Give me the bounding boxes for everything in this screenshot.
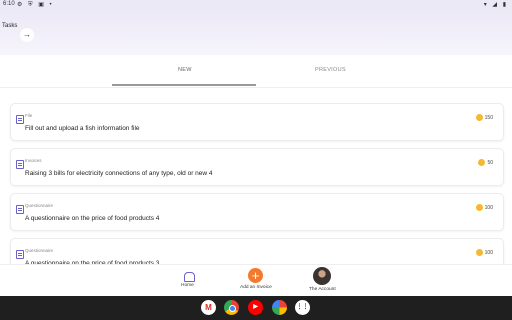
gmail-icon[interactable]: M [201, 300, 216, 315]
points-value: 50 [487, 159, 493, 166]
arrow-right-icon[interactable]: → [20, 28, 34, 42]
active-tab-indicator [112, 84, 256, 86]
page-title: Tasks [2, 23, 18, 29]
status-bar: 6:10 ⚙ ⛨ ▣ • ▾ ◢ ▮ [0, 0, 512, 10]
home-icon[interactable] [184, 272, 195, 282]
task-title: A questionnaire on the price of food pro… [25, 215, 160, 222]
task-card[interactable]: File Fill out and upload a fish informat… [10, 103, 504, 141]
coin-icon [475, 249, 483, 256]
nav-home-label[interactable]: Home [181, 283, 194, 288]
task-title: Raising 3 bills for electricity connecti… [25, 170, 213, 177]
points-badge: 50 [478, 159, 493, 166]
status-time: 6:10 [3, 1, 15, 7]
photos-icon[interactable] [272, 300, 287, 315]
document-icon [16, 205, 24, 214]
document-icon [16, 250, 24, 259]
tab-new[interactable]: NEW [178, 67, 192, 73]
points-value: 150 [484, 114, 493, 121]
task-type: Questionnaire [25, 248, 54, 253]
avatar[interactable] [313, 267, 331, 285]
task-type: Invoices [25, 158, 42, 163]
points-value: 100 [484, 249, 493, 256]
tab-previous[interactable]: PREVIOUS [315, 67, 346, 73]
document-icon [16, 115, 24, 124]
points-badge: 100 [475, 204, 493, 211]
coin-icon [475, 114, 483, 121]
coin-icon [475, 204, 483, 211]
app-launcher-icon[interactable]: ⋮⋮ [295, 300, 310, 315]
divider [0, 87, 512, 88]
points-value: 100 [484, 204, 493, 211]
points-badge: 150 [475, 114, 493, 121]
task-card[interactable]: Invoices Raising 3 bills for electricity… [10, 148, 504, 186]
task-card[interactable]: Questionnaire A questionnaire on the pri… [10, 193, 504, 231]
app-header [0, 10, 512, 55]
task-type: File [25, 113, 33, 118]
youtube-icon[interactable]: ▶ [248, 300, 263, 315]
add-invoice-button[interactable]: + [248, 268, 263, 283]
coin-icon [478, 159, 486, 166]
chrome-icon[interactable] [224, 300, 239, 315]
status-right-icons: ▾ ◢ ▮ [483, 2, 508, 8]
task-type: Questionnaire [25, 203, 54, 208]
document-icon [16, 160, 24, 169]
points-badge: 100 [475, 249, 493, 256]
tab-bar: NEW PREVIOUS [0, 55, 512, 87]
nav-account-label[interactable]: The Account [309, 287, 336, 292]
task-title: Fill out and upload a fish information f… [25, 125, 140, 132]
nav-add-invoice-label[interactable]: Add an Invoice [240, 285, 272, 290]
status-left-icons: ⚙ ⛨ ▣ • [17, 2, 54, 8]
